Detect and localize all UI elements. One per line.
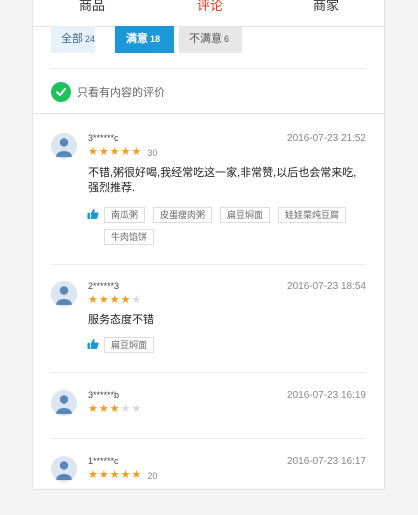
review-text: 不错,粥很好喝,我经常吃这一家,非常赞,以后也会常来吃,强烈推荐.: [88, 167, 357, 194]
star-icon: ★: [120, 403, 131, 415]
star-icon: ★: [120, 146, 131, 158]
filter-all-button[interactable]: 全部 24: [51, 26, 95, 53]
tab-goods[interactable]: 商品: [79, 0, 105, 15]
star-icon: ★: [88, 469, 98, 481]
star-icon: ★: [98, 294, 109, 306]
star-icon: ★: [109, 403, 120, 415]
star-icon: ★: [131, 146, 142, 158]
divider: [33, 113, 384, 114]
delivery-minutes: 30: [147, 147, 158, 158]
recommended-items: 南瓜粥 皮蛋瘦肉粥 扁豆焖面 娃娃菜炖豆腐 牛肉馅饼: [87, 207, 367, 251]
filter-good-count: 18: [150, 34, 161, 44]
tab-seller[interactable]: 商家: [313, 0, 339, 15]
user-avatar-icon: [51, 390, 77, 416]
star-rating: ★ ★ ★ ★ ★: [88, 404, 142, 415]
review-item: 3******b 2016-07-23 16:19 ★ ★ ★ ★ ★: [51, 390, 366, 420]
review-username: 3******b: [88, 390, 120, 400]
star-icon: ★: [98, 403, 109, 415]
recommended-tag[interactable]: 扁豆焖面: [104, 337, 155, 353]
user-avatar-icon: [51, 281, 77, 307]
star-rating: ★ ★ ★ ★ ★ 20: [88, 470, 157, 481]
review-date: 2016-07-23 16:17: [287, 456, 366, 467]
ratings-card: 商品 评论 商家 全部 24 满意 18 不满意 6 只看有内容的评价 3******…: [32, 0, 385, 490]
check-circle-icon: [51, 82, 71, 102]
recommended-items: 扁豆焖面: [87, 337, 367, 359]
only-content-label: 只看有内容的评价: [77, 87, 165, 99]
divider: [51, 372, 366, 373]
review-date: 2016-07-23 18:54: [287, 281, 366, 292]
recommended-tag[interactable]: 南瓜粥: [104, 207, 146, 223]
review-date: 2016-07-23 16:19: [287, 390, 366, 401]
review-username: 1******c: [88, 456, 119, 466]
filter-all-count: 24: [85, 34, 96, 44]
filter-bad-button[interactable]: 不满意 6: [179, 26, 242, 53]
review-username: 3******c: [88, 133, 119, 143]
star-icon: ★: [131, 403, 142, 415]
star-icon: ★: [109, 294, 120, 306]
star-icon: ★: [98, 469, 109, 481]
star-icon: ★: [131, 469, 142, 481]
delivery-minutes: 20: [147, 470, 158, 481]
tab-bar: 商品 评论 商家: [33, 0, 384, 27]
review-item: 2******3 2016-07-23 18:54 ★ ★ ★ ★ ★ 服务态度不错 扁…: [51, 281, 366, 353]
review-date: 2016-07-23 21:52: [287, 133, 366, 144]
star-rating: ★ ★ ★ ★ ★ 30: [88, 147, 157, 158]
star-icon: ★: [120, 469, 131, 481]
thumbs-up-icon: [87, 209, 99, 219]
filter-good-label: 满意: [126, 33, 148, 45]
star-icon: ★: [88, 294, 98, 306]
recommended-tag[interactable]: 牛肉馅饼: [104, 229, 155, 245]
user-avatar-icon: [51, 133, 77, 159]
recommended-tag[interactable]: 娃娃菜炖豆腐: [278, 207, 347, 223]
filter-all-label: 全部: [61, 33, 83, 45]
star-icon: ★: [109, 146, 120, 158]
filter-bad-label: 不满意: [189, 33, 222, 45]
divider: [51, 438, 366, 439]
divider: [51, 264, 366, 265]
review-username: 2******3: [88, 281, 120, 291]
review-item: 1******c 2016-07-23 16:17 ★ ★ ★ ★ ★ 20: [51, 456, 366, 486]
user-avatar-icon: [51, 456, 77, 482]
recommended-tag[interactable]: 扁豆焖面: [220, 207, 271, 223]
star-icon: ★: [88, 146, 98, 158]
recommended-tag[interactable]: 皮蛋瘦肉粥: [153, 207, 213, 223]
star-icon: ★: [98, 146, 109, 158]
filter-bad-count: 6: [224, 34, 230, 44]
thumbs-up-icon: [87, 339, 99, 349]
star-icon: ★: [120, 294, 131, 306]
divider: [51, 68, 366, 69]
star-icon: ★: [131, 294, 142, 306]
star-icon: ★: [88, 403, 98, 415]
review-item: 3******c 2016-07-23 21:52 ★ ★ ★ ★ ★ 30 不错,粥很…: [51, 133, 366, 245]
star-rating: ★ ★ ★ ★ ★: [88, 295, 142, 306]
star-icon: ★: [109, 469, 120, 481]
review-text: 服务态度不错: [88, 314, 154, 326]
tab-ratings[interactable]: 评论: [197, 0, 223, 15]
only-content-toggle[interactable]: 只看有内容的评价: [51, 81, 165, 103]
filter-good-button[interactable]: 满意 18: [115, 26, 174, 53]
